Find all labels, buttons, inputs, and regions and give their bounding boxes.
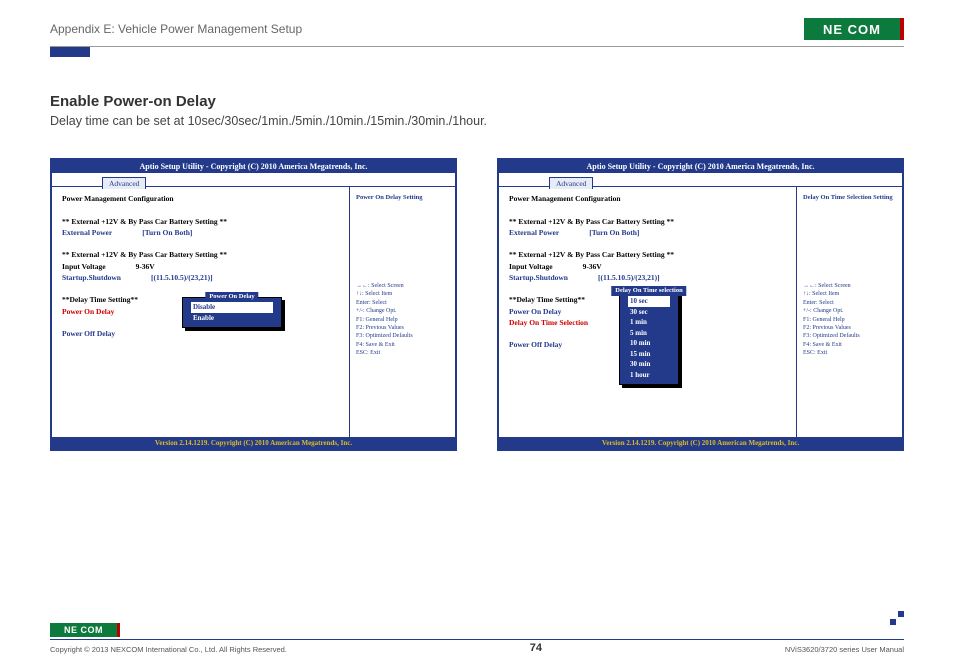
power-on-delay-popup[interactable]: Power On Delay Disable Enable (182, 297, 282, 328)
bios-right-pane: Power On Delay Setting →←: Select Screen… (350, 187, 455, 437)
ext-heading-1: ** External +12V & By Pass Car Battery S… (509, 216, 786, 227)
pm-heading: Power Management Configuration (62, 193, 339, 204)
pm-heading: Power Management Configuration (509, 193, 786, 204)
popup-title: Power On Delay (205, 292, 258, 302)
external-power-label[interactable]: External Power (62, 228, 112, 237)
external-power-value: [Turn On Both] (142, 227, 192, 238)
input-voltage-value: 9-36V (136, 261, 155, 272)
right-heading: Delay On Time Selection Setting (803, 193, 896, 202)
popup-option-10sec[interactable]: 10 sec (628, 296, 670, 307)
popup-option-10min[interactable]: 10 min (628, 338, 670, 349)
input-voltage-value: 9-36V (583, 261, 602, 272)
key-hints: →←: Select Screen ↑↓: Select Item Enter:… (803, 282, 896, 358)
page-number: 74 (530, 642, 542, 654)
section-description: Delay time can be set at 10sec/30sec/1mi… (50, 114, 904, 128)
popup-option-30min[interactable]: 30 min (628, 359, 670, 370)
startup-shutdown-value: [(11.5.10.5)/(23,21)] (598, 272, 660, 283)
appendix-title: Appendix E: Vehicle Power Management Set… (50, 22, 302, 36)
footer-deco-icon (890, 611, 904, 625)
footer-rule (50, 639, 904, 640)
ext-heading-2: ** External +12V & By Pass Car Battery S… (509, 249, 786, 260)
delay-on-time-popup[interactable]: Delay On Time selection 10 sec 30 sec 1 … (619, 291, 679, 385)
startup-shutdown-label[interactable]: Startup.Shutdown (62, 273, 121, 282)
footer-doc-title: NViS3620/3720 series User Manual (785, 645, 904, 654)
startup-shutdown-label[interactable]: Startup.Shutdown (509, 273, 568, 282)
bios-left-pane: Power Management Configuration ** Extern… (499, 187, 797, 437)
popup-option-disable[interactable]: Disable (191, 302, 273, 313)
input-voltage-label: Input Voltage (62, 262, 106, 271)
bios-title-bar: Aptio Setup Utility - Copyright (C) 2010… (499, 160, 902, 173)
footer-copyright: Copyright © 2013 NEXCOM International Co… (50, 645, 287, 654)
header-rule (50, 46, 904, 47)
bios-title-bar: Aptio Setup Utility - Copyright (C) 2010… (52, 160, 455, 173)
ext-heading-1: ** External +12V & By Pass Car Battery S… (62, 216, 339, 227)
header-accent-block (50, 47, 90, 57)
popup-option-30sec[interactable]: 30 sec (628, 307, 670, 318)
key-hints: →←: Select Screen ↑↓: Select Item Enter:… (356, 282, 449, 358)
popup-option-15min[interactable]: 15 min (628, 349, 670, 360)
nexcom-logo: NE COM (804, 18, 904, 40)
input-voltage-label: Input Voltage (509, 262, 553, 271)
right-heading: Power On Delay Setting (356, 193, 449, 202)
bios-footer: Version 2.14.1219. Copyright (C) 2010 Am… (52, 437, 455, 449)
bios-right-pane: Delay On Time Selection Setting →←: Sele… (797, 187, 902, 437)
popup-option-5min[interactable]: 5 min (628, 328, 670, 339)
bios-panel-power-on-delay: Aptio Setup Utility - Copyright (C) 2010… (50, 158, 457, 451)
bios-footer: Version 2.14.1219. Copyright (C) 2010 Am… (499, 437, 902, 449)
external-power-label[interactable]: External Power (509, 228, 559, 237)
ext-heading-2: ** External +12V & By Pass Car Battery S… (62, 249, 339, 260)
external-power-value: [Turn On Both] (589, 227, 639, 238)
popup-title: Delay On Time selection (611, 286, 686, 296)
popup-option-1hour[interactable]: 1 hour (628, 370, 670, 381)
bios-panel-delay-on-time: Aptio Setup Utility - Copyright (C) 2010… (497, 158, 904, 451)
startup-shutdown-value: [(11.5.10.5)/(23,21)] (151, 272, 213, 283)
popup-option-1min[interactable]: 1 min (628, 317, 670, 328)
power-off-delay-item[interactable]: Power Off Delay (62, 328, 339, 339)
nexcom-logo-footer: NE COM (50, 623, 120, 637)
bios-tab-bar: Advanced (499, 173, 902, 187)
bios-tab-bar: Advanced (52, 173, 455, 187)
bios-left-pane: Power Management Configuration ** Extern… (52, 187, 350, 437)
section-heading: Enable Power-on Delay (50, 93, 904, 110)
popup-option-enable[interactable]: Enable (191, 313, 273, 324)
